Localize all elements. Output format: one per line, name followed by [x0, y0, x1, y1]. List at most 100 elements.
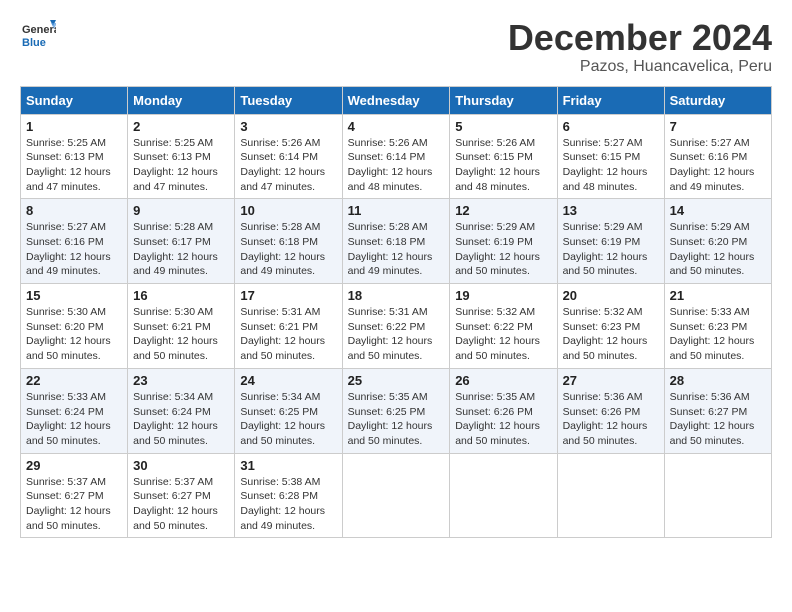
calendar-cell	[664, 453, 771, 538]
day-number: 3	[240, 119, 336, 134]
day-detail: Sunrise: 5:29 AMSunset: 6:19 PMDaylight:…	[563, 221, 648, 277]
day-detail: Sunrise: 5:27 AMSunset: 6:16 PMDaylight:…	[26, 221, 111, 277]
calendar-cell: 21 Sunrise: 5:33 AMSunset: 6:23 PMDaylig…	[664, 284, 771, 369]
calendar-cell: 17 Sunrise: 5:31 AMSunset: 6:21 PMDaylig…	[235, 284, 342, 369]
day-detail: Sunrise: 5:26 AMSunset: 6:14 PMDaylight:…	[348, 137, 433, 193]
calendar-cell: 14 Sunrise: 5:29 AMSunset: 6:20 PMDaylig…	[664, 199, 771, 284]
day-number: 23	[133, 373, 229, 388]
day-number: 8	[26, 203, 122, 218]
day-number: 18	[348, 288, 445, 303]
day-detail: Sunrise: 5:28 AMSunset: 6:17 PMDaylight:…	[133, 221, 218, 277]
calendar-cell: 30 Sunrise: 5:37 AMSunset: 6:27 PMDaylig…	[128, 453, 235, 538]
day-number: 5	[455, 119, 551, 134]
day-detail: Sunrise: 5:25 AMSunset: 6:13 PMDaylight:…	[26, 137, 111, 193]
calendar-cell: 18 Sunrise: 5:31 AMSunset: 6:22 PMDaylig…	[342, 284, 450, 369]
calendar-cell: 9 Sunrise: 5:28 AMSunset: 6:17 PMDayligh…	[128, 199, 235, 284]
day-detail: Sunrise: 5:37 AMSunset: 6:27 PMDaylight:…	[133, 476, 218, 532]
calendar-cell: 11 Sunrise: 5:28 AMSunset: 6:18 PMDaylig…	[342, 199, 450, 284]
col-header-monday: Monday	[128, 86, 235, 114]
subtitle: Pazos, Huancavelica, Peru	[508, 58, 772, 76]
day-detail: Sunrise: 5:31 AMSunset: 6:22 PMDaylight:…	[348, 306, 433, 362]
header: General Blue December 2024 Pazos, Huanca…	[20, 18, 772, 76]
day-detail: Sunrise: 5:27 AMSunset: 6:15 PMDaylight:…	[563, 137, 648, 193]
day-detail: Sunrise: 5:28 AMSunset: 6:18 PMDaylight:…	[240, 221, 325, 277]
calendar-cell: 26 Sunrise: 5:35 AMSunset: 6:26 PMDaylig…	[450, 368, 557, 453]
day-number: 17	[240, 288, 336, 303]
calendar-cell: 20 Sunrise: 5:32 AMSunset: 6:23 PMDaylig…	[557, 284, 664, 369]
day-detail: Sunrise: 5:33 AMSunset: 6:23 PMDaylight:…	[670, 306, 755, 362]
day-number: 9	[133, 203, 229, 218]
day-detail: Sunrise: 5:35 AMSunset: 6:25 PMDaylight:…	[348, 391, 433, 447]
calendar-cell: 5 Sunrise: 5:26 AMSunset: 6:15 PMDayligh…	[450, 114, 557, 199]
day-number: 13	[563, 203, 659, 218]
calendar-cell: 1 Sunrise: 5:25 AMSunset: 6:13 PMDayligh…	[21, 114, 128, 199]
calendar-cell: 27 Sunrise: 5:36 AMSunset: 6:26 PMDaylig…	[557, 368, 664, 453]
day-detail: Sunrise: 5:27 AMSunset: 6:16 PMDaylight:…	[670, 137, 755, 193]
day-detail: Sunrise: 5:37 AMSunset: 6:27 PMDaylight:…	[26, 476, 111, 532]
calendar-table: SundayMondayTuesdayWednesdayThursdayFrid…	[20, 86, 772, 539]
day-detail: Sunrise: 5:32 AMSunset: 6:23 PMDaylight:…	[563, 306, 648, 362]
day-detail: Sunrise: 5:36 AMSunset: 6:26 PMDaylight:…	[563, 391, 648, 447]
calendar-cell: 3 Sunrise: 5:26 AMSunset: 6:14 PMDayligh…	[235, 114, 342, 199]
day-number: 11	[348, 203, 445, 218]
col-header-wednesday: Wednesday	[342, 86, 450, 114]
day-detail: Sunrise: 5:33 AMSunset: 6:24 PMDaylight:…	[26, 391, 111, 447]
day-number: 24	[240, 373, 336, 388]
day-detail: Sunrise: 5:29 AMSunset: 6:20 PMDaylight:…	[670, 221, 755, 277]
day-number: 15	[26, 288, 122, 303]
day-detail: Sunrise: 5:32 AMSunset: 6:22 PMDaylight:…	[455, 306, 540, 362]
day-number: 28	[670, 373, 766, 388]
calendar-cell: 8 Sunrise: 5:27 AMSunset: 6:16 PMDayligh…	[21, 199, 128, 284]
calendar-cell: 15 Sunrise: 5:30 AMSunset: 6:20 PMDaylig…	[21, 284, 128, 369]
day-detail: Sunrise: 5:35 AMSunset: 6:26 PMDaylight:…	[455, 391, 540, 447]
calendar-cell: 6 Sunrise: 5:27 AMSunset: 6:15 PMDayligh…	[557, 114, 664, 199]
week-row-2: 8 Sunrise: 5:27 AMSunset: 6:16 PMDayligh…	[21, 199, 772, 284]
calendar-cell: 31 Sunrise: 5:38 AMSunset: 6:28 PMDaylig…	[235, 453, 342, 538]
day-number: 6	[563, 119, 659, 134]
col-header-friday: Friday	[557, 86, 664, 114]
day-number: 30	[133, 458, 229, 473]
day-number: 10	[240, 203, 336, 218]
svg-text:Blue: Blue	[22, 37, 46, 49]
calendar-cell: 7 Sunrise: 5:27 AMSunset: 6:16 PMDayligh…	[664, 114, 771, 199]
day-number: 19	[455, 288, 551, 303]
day-detail: Sunrise: 5:29 AMSunset: 6:19 PMDaylight:…	[455, 221, 540, 277]
day-detail: Sunrise: 5:31 AMSunset: 6:21 PMDaylight:…	[240, 306, 325, 362]
calendar-cell: 29 Sunrise: 5:37 AMSunset: 6:27 PMDaylig…	[21, 453, 128, 538]
calendar-cell: 2 Sunrise: 5:25 AMSunset: 6:13 PMDayligh…	[128, 114, 235, 199]
day-number: 26	[455, 373, 551, 388]
day-number: 21	[670, 288, 766, 303]
day-number: 22	[26, 373, 122, 388]
calendar-cell: 25 Sunrise: 5:35 AMSunset: 6:25 PMDaylig…	[342, 368, 450, 453]
page: General Blue December 2024 Pazos, Huanca…	[0, 0, 792, 612]
calendar-cell	[450, 453, 557, 538]
day-number: 31	[240, 458, 336, 473]
calendar-cell: 19 Sunrise: 5:32 AMSunset: 6:22 PMDaylig…	[450, 284, 557, 369]
day-detail: Sunrise: 5:25 AMSunset: 6:13 PMDaylight:…	[133, 137, 218, 193]
calendar-cell: 23 Sunrise: 5:34 AMSunset: 6:24 PMDaylig…	[128, 368, 235, 453]
calendar-cell: 22 Sunrise: 5:33 AMSunset: 6:24 PMDaylig…	[21, 368, 128, 453]
col-header-saturday: Saturday	[664, 86, 771, 114]
calendar-cell: 4 Sunrise: 5:26 AMSunset: 6:14 PMDayligh…	[342, 114, 450, 199]
calendar-cell: 16 Sunrise: 5:30 AMSunset: 6:21 PMDaylig…	[128, 284, 235, 369]
day-detail: Sunrise: 5:26 AMSunset: 6:14 PMDaylight:…	[240, 137, 325, 193]
calendar-cell: 12 Sunrise: 5:29 AMSunset: 6:19 PMDaylig…	[450, 199, 557, 284]
week-row-5: 29 Sunrise: 5:37 AMSunset: 6:27 PMDaylig…	[21, 453, 772, 538]
day-number: 14	[670, 203, 766, 218]
calendar-cell: 13 Sunrise: 5:29 AMSunset: 6:19 PMDaylig…	[557, 199, 664, 284]
main-title: December 2024	[508, 18, 772, 58]
day-number: 25	[348, 373, 445, 388]
day-number: 16	[133, 288, 229, 303]
calendar-cell	[557, 453, 664, 538]
day-detail: Sunrise: 5:36 AMSunset: 6:27 PMDaylight:…	[670, 391, 755, 447]
week-row-1: 1 Sunrise: 5:25 AMSunset: 6:13 PMDayligh…	[21, 114, 772, 199]
calendar-cell	[342, 453, 450, 538]
logo-graphic: General Blue	[20, 18, 56, 54]
week-row-3: 15 Sunrise: 5:30 AMSunset: 6:20 PMDaylig…	[21, 284, 772, 369]
svg-text:General: General	[22, 24, 56, 36]
day-detail: Sunrise: 5:30 AMSunset: 6:21 PMDaylight:…	[133, 306, 218, 362]
day-number: 29	[26, 458, 122, 473]
day-detail: Sunrise: 5:26 AMSunset: 6:15 PMDaylight:…	[455, 137, 540, 193]
day-number: 4	[348, 119, 445, 134]
day-detail: Sunrise: 5:28 AMSunset: 6:18 PMDaylight:…	[348, 221, 433, 277]
